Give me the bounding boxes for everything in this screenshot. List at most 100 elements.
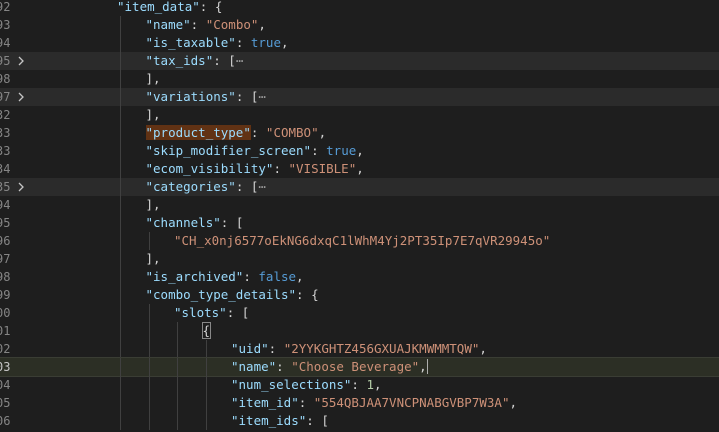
code-line[interactable]: 06 "item_ids": [ bbox=[0, 412, 719, 430]
code-token: "CH_x0nj6577oEkNG6dxqC1lWhM4Yj2PT35Ip7E7… bbox=[174, 233, 551, 248]
code-text[interactable]: "variations": [⋯ bbox=[146, 88, 266, 106]
indent-guide bbox=[120, 358, 121, 376]
code-line[interactable]: 04 "num_selections": 1, bbox=[0, 376, 719, 394]
code-text[interactable]: "num_selections": 1, bbox=[231, 376, 382, 394]
indent-guide bbox=[120, 142, 121, 160]
code-text[interactable]: ], bbox=[146, 250, 161, 268]
code-token: "item_id" bbox=[231, 395, 299, 410]
code-token: , bbox=[356, 161, 364, 176]
indent-guide bbox=[148, 394, 150, 412]
code-token: : { bbox=[199, 0, 223, 14]
code-token: : bbox=[190, 17, 206, 32]
code-text[interactable]: "item_ids": [ bbox=[231, 412, 329, 430]
code-token: : [ bbox=[235, 89, 259, 104]
code-line[interactable]: 34 "ecom_visibility": "VISIBLE", bbox=[0, 160, 719, 178]
code-token: , bbox=[509, 395, 517, 410]
code-text[interactable]: "name": "Choose Beverage", bbox=[231, 358, 428, 376]
code-text[interactable]: "item_data": { bbox=[117, 0, 222, 16]
code-line[interactable]: 92 "item_data": { bbox=[0, 0, 719, 16]
code-token: : [ bbox=[213, 53, 236, 68]
indent-guide bbox=[120, 304, 121, 322]
line-number: 96 bbox=[0, 234, 11, 248]
code-text[interactable]: "is_taxable": true, bbox=[146, 34, 289, 52]
code-text[interactable]: "is_archived": false, bbox=[146, 268, 304, 286]
indent-guide bbox=[120, 16, 121, 34]
line-number: 35 bbox=[0, 180, 11, 194]
code-token: "name" bbox=[231, 359, 277, 374]
code-token: "categories" bbox=[145, 179, 236, 194]
code-line[interactable]: 93 "name": "Combo", bbox=[0, 16, 719, 34]
code-token: ⋯ bbox=[235, 53, 244, 68]
code-text[interactable]: "combo_type_details": { bbox=[146, 286, 319, 304]
code-token: , bbox=[479, 341, 487, 356]
code-text[interactable]: "skip_modifier_screen": true, bbox=[146, 142, 364, 160]
code-token: 1 bbox=[366, 377, 375, 392]
code-token: : [ bbox=[306, 413, 329, 428]
code-line[interactable]: 33 "product_type": "COMBO", bbox=[0, 124, 719, 142]
code-text[interactable]: ], bbox=[146, 196, 161, 214]
code-text[interactable]: "slots": [ bbox=[174, 304, 249, 322]
line-number: 97 bbox=[0, 90, 11, 104]
code-line[interactable]: 97], bbox=[0, 250, 719, 268]
indent-guide bbox=[120, 412, 121, 430]
code-line[interactable]: 32], bbox=[0, 106, 719, 124]
chevron-right-icon[interactable] bbox=[15, 52, 27, 70]
indent-guide bbox=[205, 358, 207, 376]
code-token: "item_data" bbox=[117, 0, 200, 14]
code-editor[interactable]: 92"item_data": {93"name": "Combo",94"is_… bbox=[0, 0, 719, 432]
indent-guide bbox=[120, 52, 121, 70]
line-number: 00 bbox=[0, 306, 11, 320]
chevron-right-icon[interactable] bbox=[15, 88, 27, 106]
code-text[interactable]: { bbox=[201, 322, 211, 340]
code-text[interactable]: "name": "Combo", bbox=[146, 16, 266, 34]
code-text[interactable]: "ecom_visibility": "VISIBLE", bbox=[146, 160, 364, 178]
indent-guide bbox=[120, 268, 121, 286]
code-text[interactable]: ], bbox=[146, 70, 161, 88]
code-text[interactable]: "categories": [⋯ bbox=[146, 178, 266, 196]
code-text[interactable]: "tax_ids": [⋯ bbox=[146, 52, 244, 70]
code-line[interactable]: 99 "combo_type_details": { bbox=[0, 286, 719, 304]
code-token: "VISIBLE" bbox=[288, 161, 357, 176]
code-text[interactable]: "product_type": "COMBO", bbox=[145, 124, 326, 142]
code-token: ], bbox=[145, 251, 161, 266]
indent-guide bbox=[177, 394, 178, 412]
code-text[interactable]: "item_id": "554QBJAA7VNCPNABGVBP7W3A", bbox=[231, 394, 517, 412]
code-token: "skip_modifier_screen" bbox=[145, 143, 312, 158]
indent-guide bbox=[120, 70, 121, 88]
code-line[interactable]: 35 "categories": [⋯ bbox=[0, 178, 719, 196]
code-line[interactable]: 94 "is_taxable": true, bbox=[0, 34, 719, 52]
chevron-right-icon[interactable] bbox=[15, 178, 27, 196]
code-token: "uid" bbox=[231, 341, 269, 356]
code-line[interactable]: 33 "skip_modifier_screen": true, bbox=[0, 142, 719, 160]
indent-guide bbox=[120, 196, 121, 214]
code-token: : [ bbox=[226, 305, 250, 320]
code-line[interactable]: 98], bbox=[0, 70, 719, 88]
indent-guide bbox=[148, 322, 150, 340]
code-token: "COMBO" bbox=[265, 125, 319, 140]
code-line[interactable]: 01 { bbox=[0, 322, 719, 340]
code-line[interactable]: 95 "tax_ids": [⋯ bbox=[0, 52, 719, 70]
line-number: 32 bbox=[0, 108, 11, 122]
code-token: true bbox=[326, 143, 357, 158]
code-line[interactable]: 02 "uid": "2YYKGHTZ456GXUAJKMWMMTQW", bbox=[0, 340, 719, 358]
code-line[interactable]: 94], bbox=[0, 196, 719, 214]
code-line[interactable]: 05 "item_id": "554QBJAA7VNCPNABGVBP7W3A", bbox=[0, 394, 719, 412]
indent-guide bbox=[120, 250, 121, 268]
line-number: 34 bbox=[0, 162, 11, 176]
code-text[interactable]: "CH_x0nj6577oEkNG6dxqC1lWhM4Yj2PT35Ip7E7… bbox=[174, 232, 550, 250]
code-text[interactable]: "channels": [ bbox=[146, 214, 244, 232]
code-text[interactable]: ], bbox=[146, 106, 161, 124]
code-line[interactable]: 97 "variations": [⋯ bbox=[0, 88, 719, 106]
code-line[interactable]: 98 "is_archived": false, bbox=[0, 268, 719, 286]
code-line[interactable]: 96 "CH_x0nj6577oEkNG6dxqC1lWhM4Yj2PT35Ip7… bbox=[0, 232, 719, 250]
code-line[interactable]: 95 "channels": [ bbox=[0, 214, 719, 232]
code-token: , bbox=[280, 35, 289, 50]
indent-guide bbox=[120, 178, 121, 196]
code-line[interactable]: 03 "name": "Choose Beverage", bbox=[0, 357, 719, 377]
code-text[interactable]: "uid": "2YYKGHTZ456GXUAJKMWMMTQW", bbox=[231, 340, 487, 358]
code-token: "item_ids" bbox=[231, 413, 307, 428]
code-line[interactable]: 00 "slots": [ bbox=[0, 304, 719, 322]
code-token: : bbox=[273, 161, 289, 176]
line-number: 98 bbox=[0, 270, 11, 284]
code-token: "product_type" bbox=[145, 125, 251, 140]
